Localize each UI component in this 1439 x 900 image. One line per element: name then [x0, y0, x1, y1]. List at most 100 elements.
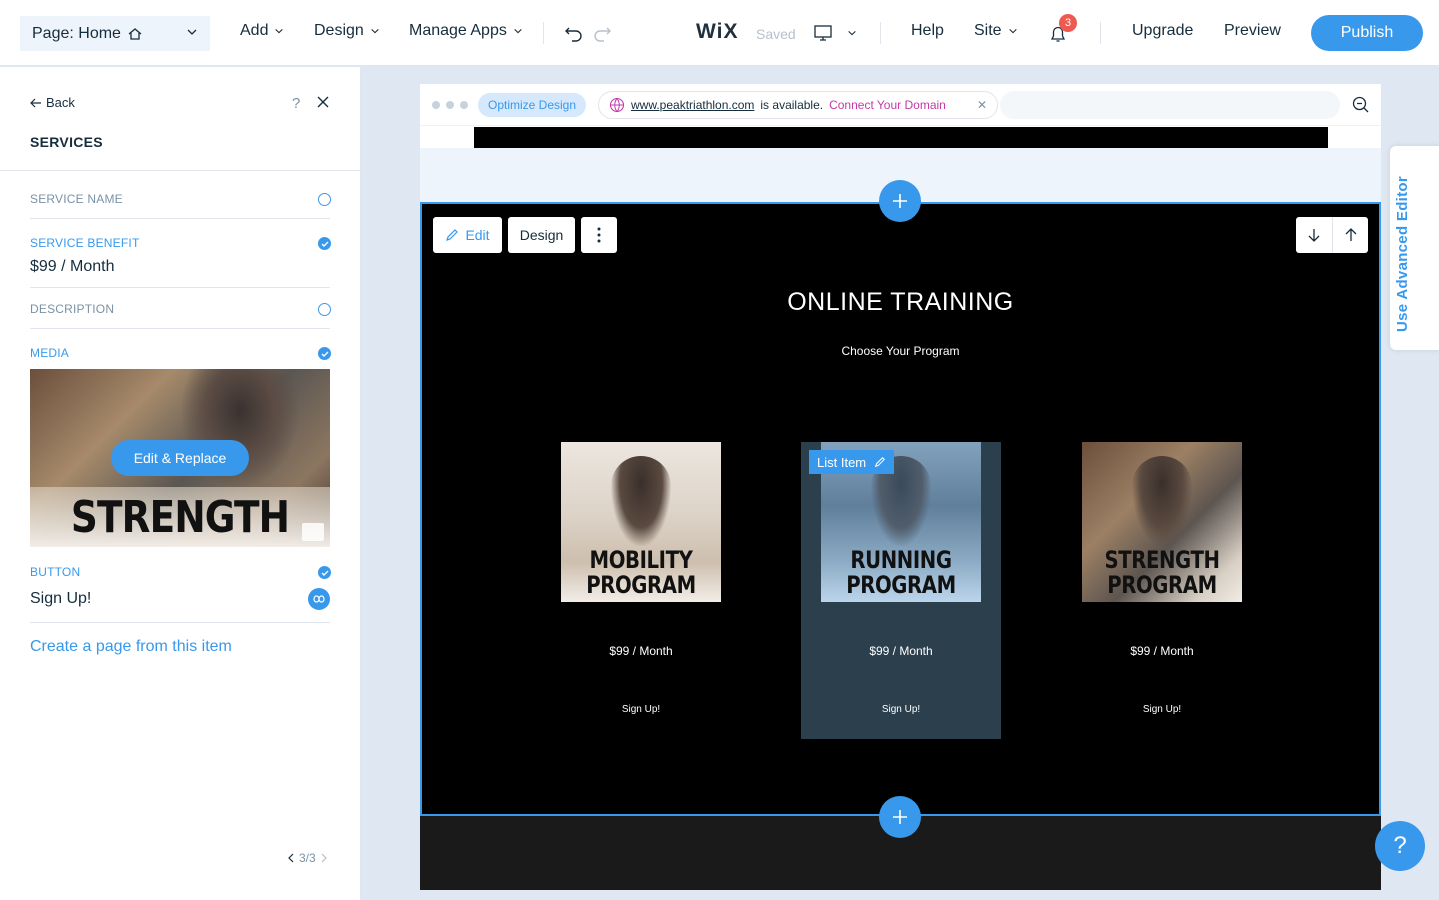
program-image-text: STRENGTH PROGRAM	[1104, 546, 1220, 599]
item-pager: 3/3	[287, 851, 328, 865]
chevron-down-icon	[1008, 28, 1017, 34]
chevron-down-icon	[514, 28, 522, 34]
plus-icon	[893, 194, 907, 208]
section-design-button[interactable]: Design	[508, 217, 575, 253]
wix-logo: WiX	[696, 20, 739, 43]
chevron-right-icon[interactable]	[320, 853, 328, 863]
connect-domain-link[interactable]: Connect Your Domain	[829, 98, 946, 112]
service-benefit-toggle[interactable]	[318, 237, 331, 250]
section-edit-label: Edit	[465, 227, 490, 243]
program-image[interactable]: MOBILITY PROGRAM	[561, 442, 721, 602]
button-label: BUTTON	[30, 565, 81, 579]
program-card[interactable]: STRENGTH PROGRAM $99 / Month Sign Up!	[1062, 442, 1262, 739]
service-benefit-value[interactable]: $99 / Month	[30, 258, 115, 276]
service-name-toggle[interactable]	[318, 193, 331, 206]
site-menu[interactable]: Site	[974, 22, 1018, 40]
arrow-left-icon	[30, 98, 41, 107]
divider	[1100, 22, 1101, 44]
button-value[interactable]: Sign Up!	[30, 590, 91, 608]
back-link[interactable]: Back	[30, 95, 75, 110]
online-training-section[interactable]: Edit Design ONLINE TRAINING Choose Your …	[420, 202, 1381, 816]
divider	[30, 328, 330, 329]
redo-icon[interactable]	[592, 24, 612, 42]
section-title[interactable]: ONLINE TRAINING	[422, 288, 1379, 317]
image-icon[interactable]	[302, 523, 324, 541]
top-bar: Page: Home Add Design Manage Apps WiX Sa…	[0, 0, 1439, 66]
chevron-down-icon	[275, 28, 284, 34]
site-canvas: Optimize Design www.peaktriathlon.com is…	[420, 84, 1381, 890]
sign-up-button[interactable]: Sign Up!	[801, 704, 1001, 715]
media-thumbnail[interactable]: STRENGTH Edit & Replace	[30, 369, 330, 547]
list-item-label: List Item	[817, 454, 867, 470]
manage-apps-label: Manage Apps	[409, 22, 507, 39]
program-card[interactable]: MOBILITY PROGRAM $99 / Month Sign Up!	[541, 442, 741, 739]
add-menu[interactable]: Add	[240, 22, 284, 40]
globe-icon	[609, 97, 625, 113]
close-icon[interactable]	[316, 95, 330, 109]
media-toggle[interactable]	[318, 347, 331, 360]
create-page-link[interactable]: Create a page from this item	[30, 638, 232, 656]
divider	[880, 22, 881, 44]
help-menu[interactable]: Help	[911, 22, 944, 40]
device-switcher[interactable]	[813, 24, 857, 42]
sign-up-button[interactable]: Sign Up!	[541, 704, 741, 715]
panel-help-icon[interactable]: ?	[292, 95, 300, 112]
list-item-tag[interactable]: List Item	[809, 450, 895, 474]
divider	[30, 622, 330, 623]
arrow-down-icon[interactable]	[1296, 217, 1332, 253]
chevron-down-icon	[371, 28, 379, 34]
section-subtitle[interactable]: Choose Your Program	[422, 344, 1379, 358]
add-section-button[interactable]	[879, 180, 921, 222]
program-price[interactable]: $99 / Month	[801, 644, 1001, 658]
help-fab-button[interactable]: ?	[1375, 821, 1425, 871]
page-selector[interactable]: Page: Home	[20, 16, 210, 51]
zoom-out-icon[interactable]	[1352, 96, 1370, 114]
chevron-left-icon[interactable]	[287, 853, 295, 863]
more-options-icon[interactable]	[581, 217, 617, 253]
section-edit-button[interactable]: Edit	[433, 217, 502, 253]
browser-bar: Optimize Design www.peaktriathlon.com is…	[420, 84, 1381, 126]
program-image[interactable]: STRENGTH PROGRAM	[1082, 442, 1242, 602]
close-icon[interactable]: ✕	[977, 98, 987, 112]
undo-icon[interactable]	[564, 24, 584, 42]
arrow-up-icon[interactable]	[1332, 217, 1368, 253]
divider	[543, 22, 544, 44]
edit-replace-button[interactable]: Edit & Replace	[111, 440, 249, 476]
pager-label: 3/3	[299, 851, 316, 865]
optimize-design-button[interactable]: Optimize Design	[478, 93, 587, 117]
program-card-selected[interactable]: RUNNING PROGRAM List Item $99 / Month Sig…	[801, 442, 1001, 739]
url-bar-track	[1000, 91, 1340, 119]
button-toggle[interactable]	[318, 566, 331, 579]
sign-up-button[interactable]: Sign Up!	[1062, 704, 1262, 715]
advanced-editor-tab[interactable]: Use Advanced Editor	[1390, 146, 1439, 350]
design-menu[interactable]: Design	[314, 22, 380, 40]
upgrade-button[interactable]: Upgrade	[1132, 22, 1193, 40]
program-price[interactable]: $99 / Month	[541, 644, 741, 658]
saved-status: Saved	[756, 26, 796, 42]
advanced-editor-label: Use Advanced Editor	[1394, 175, 1411, 332]
description-toggle[interactable]	[318, 303, 331, 316]
move-section-controls	[1296, 217, 1368, 253]
domain-url[interactable]: www.peaktriathlon.com	[631, 98, 754, 112]
window-dots	[432, 101, 468, 109]
chevron-down-icon	[848, 30, 856, 36]
add-menu-label: Add	[240, 22, 269, 39]
media-image-text: STRENGTH	[70, 492, 290, 543]
program-image-text: MOBILITY PROGRAM	[586, 546, 696, 599]
plus-icon	[893, 810, 907, 824]
program-price[interactable]: $99 / Month	[1062, 644, 1262, 658]
home-icon	[128, 27, 142, 40]
checkmark-icon	[321, 241, 328, 247]
pencil-icon	[446, 229, 459, 241]
divider	[30, 218, 330, 219]
services-panel: Back ? SERVICES SERVICE NAME SERVICE BEN…	[0, 67, 361, 900]
checkmark-icon	[321, 570, 328, 576]
manage-apps-menu[interactable]: Manage Apps	[409, 22, 523, 40]
site-header-strip[interactable]	[474, 127, 1328, 148]
back-label: Back	[46, 95, 75, 110]
add-section-button[interactable]	[879, 796, 921, 838]
publish-button[interactable]: Publish	[1311, 15, 1423, 51]
preview-button[interactable]: Preview	[1224, 22, 1281, 40]
link-icon[interactable]	[308, 588, 330, 610]
chevron-down-icon	[187, 29, 197, 35]
